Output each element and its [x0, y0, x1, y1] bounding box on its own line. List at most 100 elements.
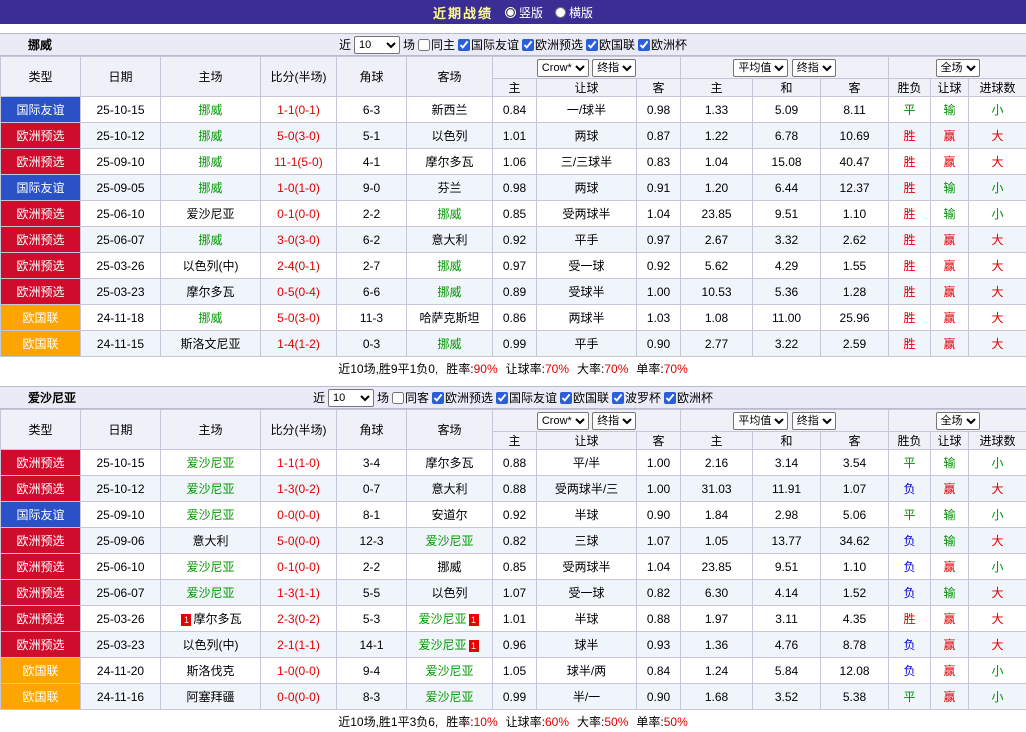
league-checkbox[interactable] — [586, 39, 598, 51]
home-team[interactable]: 挪威 — [161, 305, 261, 331]
league-checkbox[interactable] — [560, 392, 572, 404]
away-team[interactable]: 挪威 — [407, 279, 493, 305]
match-score[interactable]: 11-1(5-0) — [261, 149, 337, 175]
match-score[interactable]: 1-1(0-1) — [261, 97, 337, 123]
away-team[interactable]: 新西兰 — [407, 97, 493, 123]
portrait-radio[interactable] — [505, 7, 516, 18]
match-score[interactable]: 5-0(0-0) — [261, 528, 337, 554]
away-team[interactable]: 安道尔 — [407, 502, 493, 528]
home-team[interactable]: 1摩尔多瓦 — [161, 606, 261, 632]
home-team[interactable]: 斯洛文尼亚 — [161, 331, 261, 357]
league-checkbox[interactable] — [496, 392, 508, 404]
match-score[interactable]: 0-0(0-0) — [261, 684, 337, 710]
away-team[interactable]: 挪威 — [407, 554, 493, 580]
match-score[interactable]: 1-3(1-1) — [261, 580, 337, 606]
same-venue-checkbox[interactable] — [392, 392, 404, 404]
league-option[interactable]: 欧洲预选 — [522, 36, 583, 53]
league-option[interactable]: 欧国联 — [560, 389, 609, 406]
average-stage-select[interactable]: 终指 — [792, 412, 836, 430]
match-score[interactable]: 2-1(1-1) — [261, 632, 337, 658]
away-team[interactable]: 爱沙尼亚1 — [407, 632, 493, 658]
league-checkbox[interactable] — [612, 392, 624, 404]
away-team[interactable]: 爱沙尼亚 — [407, 528, 493, 554]
odds-stage-select[interactable]: 终指 — [592, 412, 636, 430]
league-option[interactable]: 波罗杯 — [612, 389, 661, 406]
match-score[interactable]: 2-3(0-2) — [261, 606, 337, 632]
league-option[interactable]: 国际友谊 — [458, 36, 519, 53]
home-team[interactable]: 挪威 — [161, 149, 261, 175]
same-venue-option[interactable]: 同客 — [392, 389, 429, 406]
league-checkbox[interactable] — [432, 392, 444, 404]
match-score[interactable]: 3-0(3-0) — [261, 227, 337, 253]
away-team[interactable]: 爱沙尼亚1 — [407, 606, 493, 632]
home-team[interactable]: 挪威 — [161, 123, 261, 149]
home-team[interactable]: 爱沙尼亚 — [161, 201, 261, 227]
home-team[interactable]: 摩尔多瓦 — [161, 279, 261, 305]
home-team[interactable]: 挪威 — [161, 227, 261, 253]
home-team[interactable]: 意大利 — [161, 528, 261, 554]
league-option[interactable]: 欧洲杯 — [638, 36, 687, 53]
match-score[interactable]: 0-1(0-0) — [261, 201, 337, 227]
home-team[interactable]: 爱沙尼亚 — [161, 502, 261, 528]
match-score[interactable]: 1-3(0-2) — [261, 476, 337, 502]
league-option[interactable]: 欧洲杯 — [664, 389, 713, 406]
league-option[interactable]: 欧洲预选 — [432, 389, 493, 406]
away-team[interactable]: 挪威 — [407, 253, 493, 279]
away-team[interactable]: 挪威 — [407, 331, 493, 357]
match-score[interactable]: 2-4(0-1) — [261, 253, 337, 279]
match-score[interactable]: 0-0(0-0) — [261, 502, 337, 528]
home-team[interactable]: 挪威 — [161, 97, 261, 123]
home-team[interactable]: 以色列(中) — [161, 632, 261, 658]
average-stage-select[interactable]: 终指 — [792, 59, 836, 77]
match-score[interactable]: 1-1(1-0) — [261, 450, 337, 476]
match-scope-select[interactable]: 全场 — [936, 59, 980, 77]
odds-handicap: 半球 — [537, 606, 637, 632]
match-score[interactable]: 5-0(3-0) — [261, 305, 337, 331]
match-score[interactable]: 1-0(1-0) — [261, 175, 337, 201]
away-team[interactable]: 哈萨克斯坦 — [407, 305, 493, 331]
away-team[interactable]: 爱沙尼亚 — [407, 658, 493, 684]
odds-home: 0.99 — [493, 684, 537, 710]
away-team[interactable]: 爱沙尼亚 — [407, 684, 493, 710]
same-venue-option[interactable]: 同主 — [418, 36, 455, 53]
home-team[interactable]: 爱沙尼亚 — [161, 476, 261, 502]
odds-stage-select[interactable]: 终指 — [592, 59, 636, 77]
league-checkbox[interactable] — [638, 39, 650, 51]
home-team[interactable]: 阿塞拜疆 — [161, 684, 261, 710]
layout-option-landscape[interactable]: 横版 — [555, 4, 593, 21]
away-team[interactable]: 摩尔多瓦 — [407, 149, 493, 175]
league-checkbox[interactable] — [664, 392, 676, 404]
odds-company-select[interactable]: Crow* — [537, 59, 589, 77]
away-team[interactable]: 意大利 — [407, 476, 493, 502]
home-team[interactable]: 爱沙尼亚 — [161, 554, 261, 580]
recent-count-select[interactable]: 10 — [354, 36, 400, 54]
home-team[interactable]: 挪威 — [161, 175, 261, 201]
odds-company-select[interactable]: Crow* — [537, 412, 589, 430]
home-team[interactable]: 以色列(中) — [161, 253, 261, 279]
home-team[interactable]: 爱沙尼亚 — [161, 580, 261, 606]
home-team[interactable]: 爱沙尼亚 — [161, 450, 261, 476]
average-source-select[interactable]: 平均值 — [733, 59, 788, 77]
match-score[interactable]: 5-0(3-0) — [261, 123, 337, 149]
away-team[interactable]: 以色列 — [407, 580, 493, 606]
away-team[interactable]: 以色列 — [407, 123, 493, 149]
home-team[interactable]: 斯洛伐克 — [161, 658, 261, 684]
away-team[interactable]: 挪威 — [407, 201, 493, 227]
league-option[interactable]: 欧国联 — [586, 36, 635, 53]
match-score[interactable]: 0-1(0-0) — [261, 554, 337, 580]
match-score[interactable]: 0-5(0-4) — [261, 279, 337, 305]
match-score[interactable]: 1-0(0-0) — [261, 658, 337, 684]
match-score[interactable]: 1-4(1-2) — [261, 331, 337, 357]
league-option[interactable]: 国际友谊 — [496, 389, 557, 406]
league-checkbox[interactable] — [522, 39, 534, 51]
landscape-radio[interactable] — [555, 7, 566, 18]
layout-option-portrait[interactable]: 竖版 — [505, 4, 543, 21]
away-team[interactable]: 芬兰 — [407, 175, 493, 201]
away-team[interactable]: 摩尔多瓦 — [407, 450, 493, 476]
average-source-select[interactable]: 平均值 — [733, 412, 788, 430]
match-scope-select[interactable]: 全场 — [936, 412, 980, 430]
same-venue-checkbox[interactable] — [418, 39, 430, 51]
recent-count-select[interactable]: 10 — [328, 389, 374, 407]
league-checkbox[interactable] — [458, 39, 470, 51]
away-team[interactable]: 意大利 — [407, 227, 493, 253]
